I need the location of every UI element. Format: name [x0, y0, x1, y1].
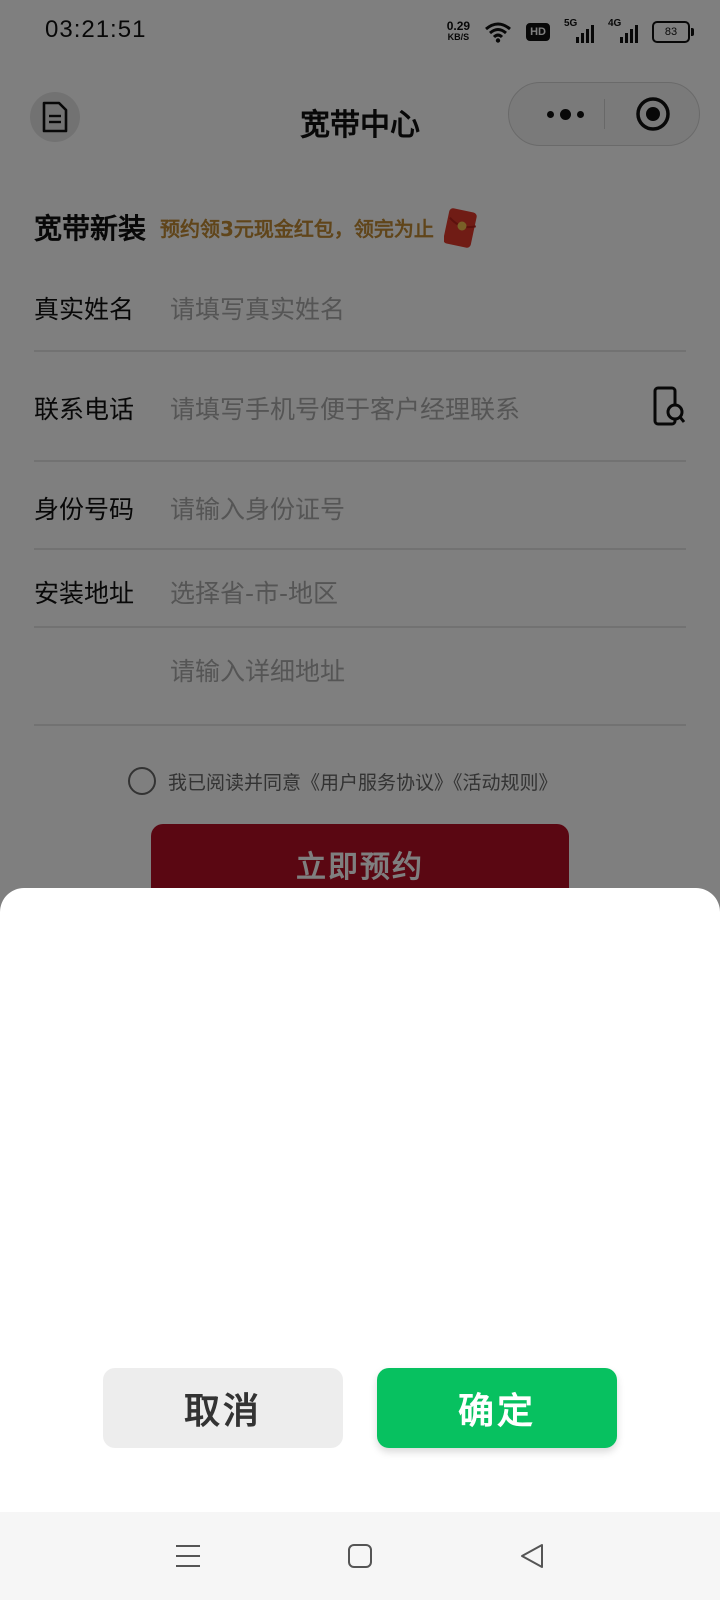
- home-icon[interactable]: [344, 1540, 376, 1572]
- system-nav-bar: [0, 1512, 720, 1600]
- menu-icon[interactable]: [172, 1540, 204, 1572]
- bottom-sheet: 取消 确定: [0, 888, 720, 1600]
- confirm-button[interactable]: 确定: [377, 1368, 617, 1448]
- back-icon[interactable]: [516, 1540, 548, 1572]
- page: 03:21:51 0.29 KB/S HD 5G 4G 83: [0, 0, 720, 1600]
- cancel-button[interactable]: 取消: [103, 1368, 343, 1448]
